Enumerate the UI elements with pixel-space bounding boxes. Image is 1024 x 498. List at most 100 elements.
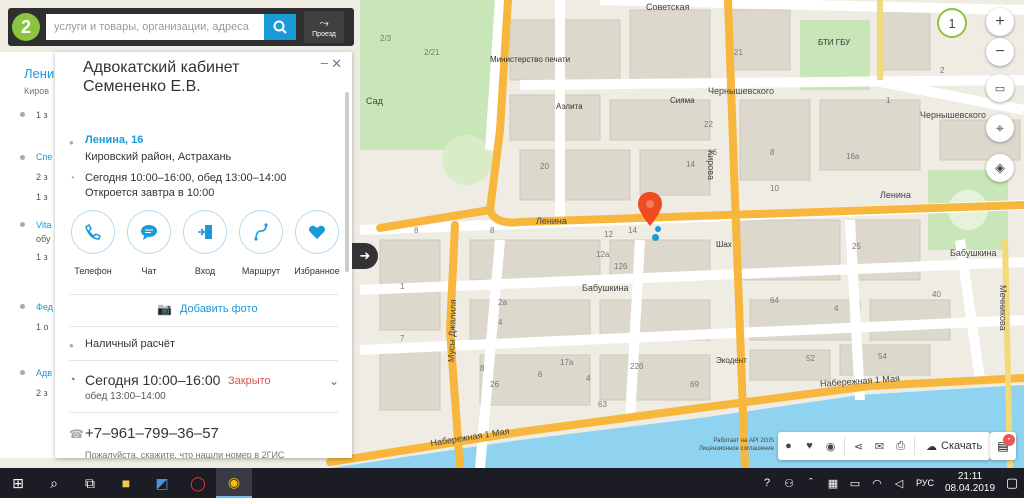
action-route[interactable]: Маршрут: [235, 210, 287, 276]
mail-icon[interactable]: ✉: [869, 432, 890, 460]
route-icon: ⤳: [319, 16, 329, 30]
house-number: 14: [686, 160, 695, 169]
chrome-icon: ◉: [227, 473, 241, 490]
list-item[interactable]: Vita: [36, 220, 51, 230]
phone-number[interactable]: +7‒961‒799‒36‒57: [85, 425, 219, 442]
house-number: 12б: [614, 262, 628, 271]
collapse-panel-button[interactable]: ➜: [352, 243, 378, 269]
print-icon[interactable]: ⎙: [890, 432, 911, 460]
clock[interactable]: 21:11 08.04.2019: [940, 471, 1000, 495]
chat-icon: [141, 225, 157, 240]
action-chat[interactable]: Чат: [123, 210, 175, 276]
wifi-icon[interactable]: ◠: [866, 477, 888, 490]
action-label: Чат: [141, 266, 157, 276]
clock-time: 21:11: [957, 471, 983, 482]
payment-text: Наличный расчёт: [85, 338, 176, 350]
chat-button[interactable]: [127, 210, 171, 254]
layers-button[interactable]: ◈: [986, 154, 1014, 182]
close-icon[interactable]: ✕: [331, 56, 342, 72]
results-list: Лени Киров 1 з Спе 2 з 1 з Vita обу 1 з …: [0, 52, 58, 458]
language-indicator[interactable]: РУС: [910, 478, 940, 488]
divider: [69, 412, 338, 413]
address-bullet-icon: ●: [69, 138, 74, 147]
zoom-in-button[interactable]: +: [986, 8, 1014, 36]
route-icon: [254, 223, 268, 241]
search-input[interactable]: [46, 14, 264, 40]
results-title[interactable]: Лени: [24, 66, 54, 81]
house-number: 22б: [630, 362, 644, 371]
battery-icon[interactable]: ▭: [844, 477, 866, 490]
poi-label[interactable]: Экодент: [716, 356, 747, 365]
poi-label[interactable]: Аэлита: [556, 102, 583, 111]
poi-label[interactable]: Министерство печати: [490, 55, 570, 64]
house-number: 64: [770, 296, 779, 305]
license-link[interactable]: Лицензионное соглашение: [674, 445, 774, 453]
chevron-up-icon[interactable]: ˆ: [800, 477, 822, 489]
location-pin-icon[interactable]: [638, 192, 662, 226]
house-number: 12а: [596, 250, 610, 259]
hours-next-text: Откроется завтра в 10:00: [85, 187, 215, 199]
street-label: Чернышевского: [708, 86, 774, 96]
action-favorite[interactable]: Избранное: [291, 210, 343, 276]
phone-button[interactable]: [71, 210, 115, 254]
taskbar-explorer[interactable]: ■: [108, 468, 144, 498]
taskbar-app[interactable]: ◩: [144, 468, 180, 498]
taskbar-chrome[interactable]: ◉: [216, 468, 252, 498]
entrance-button[interactable]: [183, 210, 227, 254]
windows-taskbar: ⊞ ⌕ ⧉ ■ ◩ ◯ ◉ ? ⚇ ˆ ▦ ▭ ◠ ◁ РУС 21:11 08…: [0, 468, 1024, 498]
task-view-button[interactable]: ⧉: [72, 468, 108, 498]
house-number: 16а: [846, 152, 860, 161]
entrance-icon: [198, 225, 212, 239]
action-center-icon[interactable]: ▢: [1000, 475, 1024, 491]
poi-label[interactable]: БТИ ГБУ: [818, 38, 850, 47]
entrance-dot: [655, 226, 661, 232]
chevron-down-icon[interactable]: ⌄: [329, 374, 339, 388]
house-number: 54: [878, 352, 887, 361]
divider: [69, 326, 338, 327]
house-number: 2а: [498, 298, 507, 307]
taskbar-opera[interactable]: ◯: [180, 468, 216, 498]
house-number: 8: [770, 148, 775, 157]
network-icon[interactable]: ▦: [822, 477, 844, 490]
hours-text: Сегодня 10:00–16:00, обед 13:00–14:00: [85, 172, 287, 184]
poi-label[interactable]: Сияма: [670, 96, 695, 105]
favorite-button[interactable]: [295, 210, 339, 254]
house-number: 63: [598, 400, 607, 409]
action-entrance[interactable]: Вход: [179, 210, 231, 276]
heart-icon[interactable]: ♥: [799, 432, 820, 460]
action-phone[interactable]: Телефон: [67, 210, 119, 276]
chat-icon[interactable]: ◉: [820, 432, 841, 460]
house-number: 16: [708, 148, 717, 157]
organization-title: Адвокатский кабинет Семененко Е.В.: [83, 59, 240, 95]
add-photo-button[interactable]: 📷 Добавить фото: [157, 302, 258, 316]
start-button[interactable]: ⊞: [0, 468, 36, 498]
help-icon[interactable]: ?: [756, 477, 778, 489]
today-hours[interactable]: Сегодня 10:00–16:00: [85, 372, 220, 388]
list-item[interactable]: Спе: [36, 152, 52, 162]
poi-label[interactable]: Шах: [716, 240, 732, 249]
user-icon[interactable]: ●: [778, 432, 799, 460]
folder-icon: ■: [121, 475, 131, 491]
volume-icon[interactable]: ◁: [888, 477, 910, 490]
house-number: 8: [490, 226, 495, 235]
divider: [69, 294, 338, 295]
scrollbar[interactable]: [345, 92, 349, 272]
app-logo[interactable]: 2: [12, 13, 40, 41]
ruler-button[interactable]: ▭: [986, 74, 1014, 102]
list-item[interactable]: Адв: [36, 368, 52, 378]
route-button[interactable]: ⤳ Проезд: [304, 11, 344, 43]
plus-icon: +: [995, 13, 1005, 30]
address-link[interactable]: Ленина, 16: [85, 134, 143, 146]
share-icon[interactable]: ⋖: [848, 432, 869, 460]
zoom-out-button[interactable]: −: [986, 38, 1014, 66]
cloud-download-icon: ☁: [926, 440, 937, 453]
route-button[interactable]: [239, 210, 283, 254]
download-button[interactable]: ☁ Скачать: [918, 440, 990, 453]
search-button[interactable]: [264, 14, 296, 40]
bullet: [20, 304, 25, 309]
locate-button[interactable]: ⌖: [986, 114, 1014, 142]
people-icon[interactable]: ⚇: [778, 477, 800, 490]
list-item[interactable]: Фед: [36, 302, 53, 312]
search-button[interactable]: ⌕: [36, 468, 72, 498]
list-item-meta: 1 о: [36, 322, 49, 332]
